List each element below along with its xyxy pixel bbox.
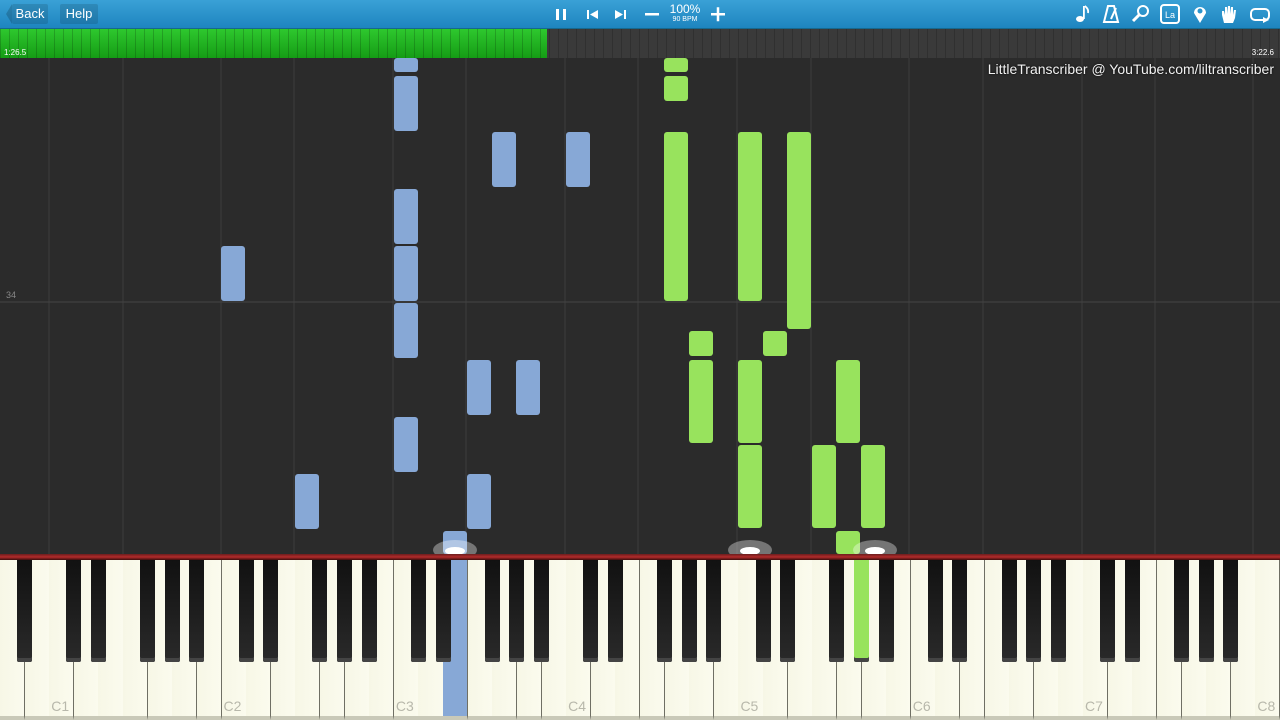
key-label: C8 [1257,698,1276,714]
black-key[interactable] [755,560,771,662]
key-label: C1 [51,698,70,714]
label-icon[interactable]: La [1159,3,1181,25]
marker-icon[interactable] [1190,3,1210,25]
back-button[interactable]: Back [6,4,48,24]
piano-keyboard[interactable]: C1 C2 C3 C4 C5 C6 C7 C8 [0,560,1280,720]
black-key[interactable] [1050,560,1066,662]
key-label: C7 [1085,698,1103,714]
white-key[interactable] [1255,560,1280,720]
black-key[interactable] [878,560,894,662]
left-hand-note [394,303,418,358]
black-key[interactable] [657,560,673,662]
svg-text:La: La [1165,10,1175,20]
key-label: C5 [740,698,759,714]
left-hand-note [394,189,418,244]
right-hand-note [738,132,762,301]
tempo-percent: 100% [669,2,701,16]
black-key[interactable] [607,560,623,662]
left-hand-note [394,58,418,72]
progress-bar[interactable] [0,29,1280,58]
right-hand-note [664,76,688,101]
black-key[interactable] [361,560,377,662]
progress-ticks [0,29,1280,58]
help-button[interactable]: Help [60,4,98,24]
left-hand-note [467,360,491,415]
right-hand-note [836,360,860,443]
right-hand-note [738,360,762,443]
pause-icon[interactable] [551,3,571,25]
black-key[interactable] [681,560,697,662]
metronome-icon[interactable] [1101,3,1121,25]
right-hand-note [787,132,811,329]
black-key[interactable] [17,560,33,662]
black-key[interactable] [238,560,254,662]
note-canvas [0,58,1280,554]
black-key[interactable] [1198,560,1214,662]
black-key[interactable] [1001,560,1017,662]
left-hand-note [394,417,418,472]
measure-number: 34 [6,290,17,300]
black-key[interactable] [337,560,353,662]
left-hand-note [394,246,418,301]
left-hand-note [566,132,590,187]
black-key[interactable] [435,560,451,662]
time-elapsed: 1:26.5 [4,48,27,57]
right-hand-note [664,58,688,72]
previous-icon[interactable] [582,3,602,25]
black-key[interactable] [1026,560,1042,662]
right-hand-note [738,445,762,528]
black-key[interactable] [263,560,279,662]
tempo-increase-button[interactable] [708,3,728,25]
right-hand-note [689,331,713,356]
black-key[interactable] [829,560,845,662]
toolbar: Back Help 100% 90 BPM La [0,0,1280,29]
loop-icon[interactable] [1248,3,1272,25]
black-key[interactable] [90,560,106,662]
black-key[interactable] [66,560,82,662]
key-label: C3 [395,698,414,714]
black-key[interactable] [952,560,968,662]
tempo-bpm: 90 BPM [672,16,698,23]
black-key[interactable] [189,560,205,662]
black-key[interactable] [706,560,722,662]
black-key[interactable] [583,560,599,662]
left-hand-note [295,474,319,529]
piano-roll[interactable] [0,58,1280,554]
black-key[interactable] [140,560,156,662]
right-hand-note [664,132,688,301]
left-hand-note [492,132,516,187]
time-total: 3:22.6 [1251,48,1274,57]
watermark: LittleTranscriber @ YouTube.com/liltrans… [987,61,1274,77]
right-hand-note [861,445,885,528]
black-key[interactable] [509,560,525,662]
right-hand-note [689,360,713,443]
note-icon[interactable] [1072,3,1092,25]
black-key[interactable] [927,560,943,662]
black-key[interactable] [484,560,500,662]
left-hand-note [221,246,245,301]
right-hand-note [812,445,836,528]
next-icon[interactable] [611,3,631,25]
black-key[interactable] [1174,560,1190,662]
black-key[interactable] [164,560,180,662]
right-hand-note [763,331,787,356]
left-hand-note [467,474,491,529]
black-key[interactable] [1223,560,1239,662]
key-label: C2 [223,698,242,714]
tempo-display: 100% 90 BPM [668,3,702,24]
black-key[interactable] [1124,560,1140,662]
hand-icon[interactable] [1218,3,1240,25]
search-icon[interactable] [1130,3,1152,25]
left-hand-note [394,76,418,131]
tempo-decrease-button[interactable] [642,3,662,25]
key-label: C4 [568,698,587,714]
black-key[interactable] [854,560,870,662]
black-key[interactable] [534,560,550,662]
left-hand-note [516,360,540,415]
black-key[interactable] [780,560,796,662]
key-label: C6 [912,698,931,714]
black-key[interactable] [312,560,328,662]
black-key[interactable] [410,560,426,662]
black-key[interactable] [1100,560,1116,662]
